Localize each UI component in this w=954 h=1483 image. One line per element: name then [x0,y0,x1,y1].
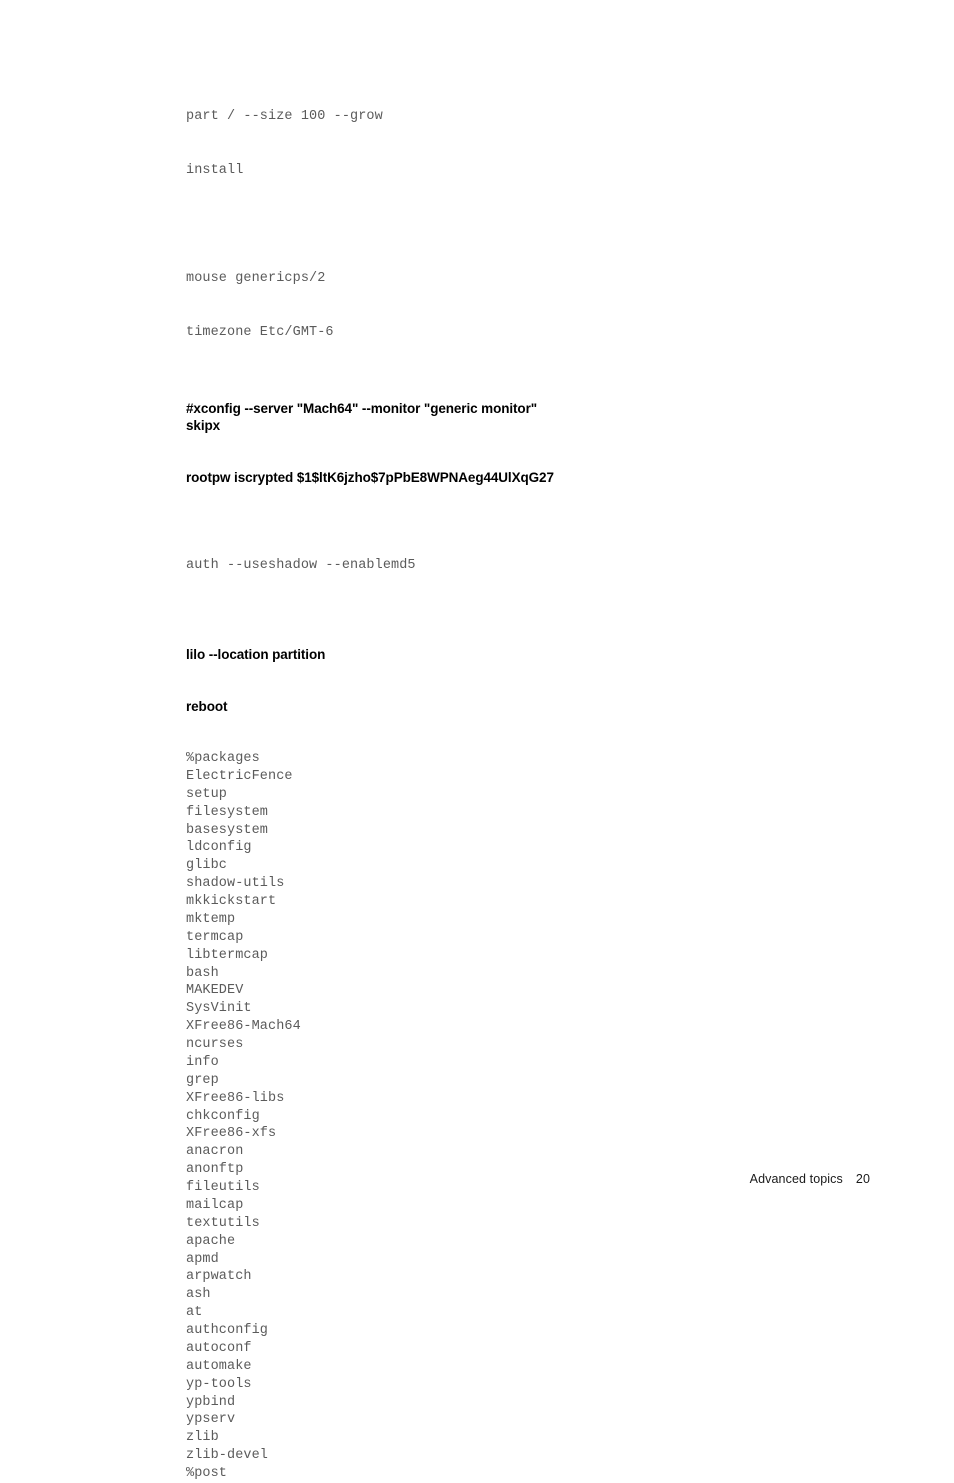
package-list-item: ypbind [186,1394,236,1410]
package-list-item: yp-tools [186,1376,252,1392]
code-line: part / --size 100 --grow [186,109,383,124]
code-block-hardware: mouse genericps/2 timezone Etc/GMT-6 [186,234,886,378]
package-list-item: bash [186,965,219,981]
package-list-item: zlib-devel [186,1448,269,1464]
code-line: auth --useshadow --enablemd5 [186,558,416,573]
package-list-item: ash [186,1287,211,1303]
bold-line: skipx [186,418,221,433]
bold-block-rootpw: rootpw iscrypted $1$ltK6jzho$7pPbE8WPNAe… [186,469,886,486]
package-list-item: autoconf [186,1340,252,1356]
bold-block-lilo: lilo --location partition [186,646,886,663]
code-line: install [186,163,244,178]
package-list-item: %packages [186,751,260,766]
footer-page-number: 20 [855,1172,870,1186]
bold-line: lilo --location partition [186,647,326,662]
code-block-auth: auth --useshadow --enablemd5 [186,521,886,611]
code-block-partition: part / --size 100 --grow install [186,72,886,216]
package-list-item: mkkickstart [186,894,277,909]
package-list-item: ncurses [186,1037,244,1052]
package-list-item: ElectricFence [186,768,293,784]
package-list-item: apache [186,1233,236,1249]
package-list-item: chkconfig [186,1108,260,1124]
code-line: timezone Etc/GMT-6 [186,325,334,340]
package-list-item: textutils [186,1215,260,1231]
package-list-item: XFree86-Mach64 [186,1019,301,1035]
bold-block-reboot: reboot [186,698,886,715]
package-list: %packages ElectricFence setup filesystem bas… [186,750,886,1483]
package-list-item: arpwatch [186,1269,252,1285]
package-list-item: ldconfig [186,840,252,856]
package-list-item: at [186,1305,203,1321]
package-list-item: SysVinit [186,1001,252,1017]
document-page: part / --size 100 --grow install mouse g… [0,0,954,1481]
package-list-item: setup [186,786,228,802]
package-list-item: shadow-utils [186,876,285,892]
package-list-item: automake [186,1358,252,1374]
page-content: part / --size 100 --grow install mouse g… [186,72,886,1483]
package-list-item: %post [186,1466,228,1481]
footer-chapter-label: Advanced topics [749,1172,843,1186]
package-list-item: filesystem [186,804,269,820]
package-list-item: ypserv [186,1412,236,1428]
package-list-item: mktemp [186,911,236,927]
package-list-item: XFree86-libs [186,1090,285,1106]
package-list-item: MAKEDEV [186,983,244,999]
package-list-item: basesystem [186,822,269,838]
bold-line: rootpw iscrypted $1$ltK6jzho$7pPbE8WPNAe… [186,470,554,485]
bold-line: #xconfig --server "Mach64" --monitor "ge… [186,401,538,416]
package-list-item: authconfig [186,1323,269,1338]
package-list-item: termcap [186,929,244,945]
bold-block-xconfig: #xconfig --server "Mach64" --monitor "ge… [186,400,886,434]
package-list-item: zlib [186,1430,219,1446]
package-list-item: XFree86-xfs [186,1126,277,1142]
package-list-item: glibc [186,858,228,874]
package-list-item: apmd [186,1251,219,1267]
code-line: mouse genericps/2 [186,271,326,286]
package-list-item: info [186,1054,219,1070]
package-list-item: grep [186,1072,219,1088]
package-list-item: libtermcap [186,947,269,963]
bold-line: reboot [186,699,228,714]
page-footer: Advanced topics 20 [736,1158,870,1200]
